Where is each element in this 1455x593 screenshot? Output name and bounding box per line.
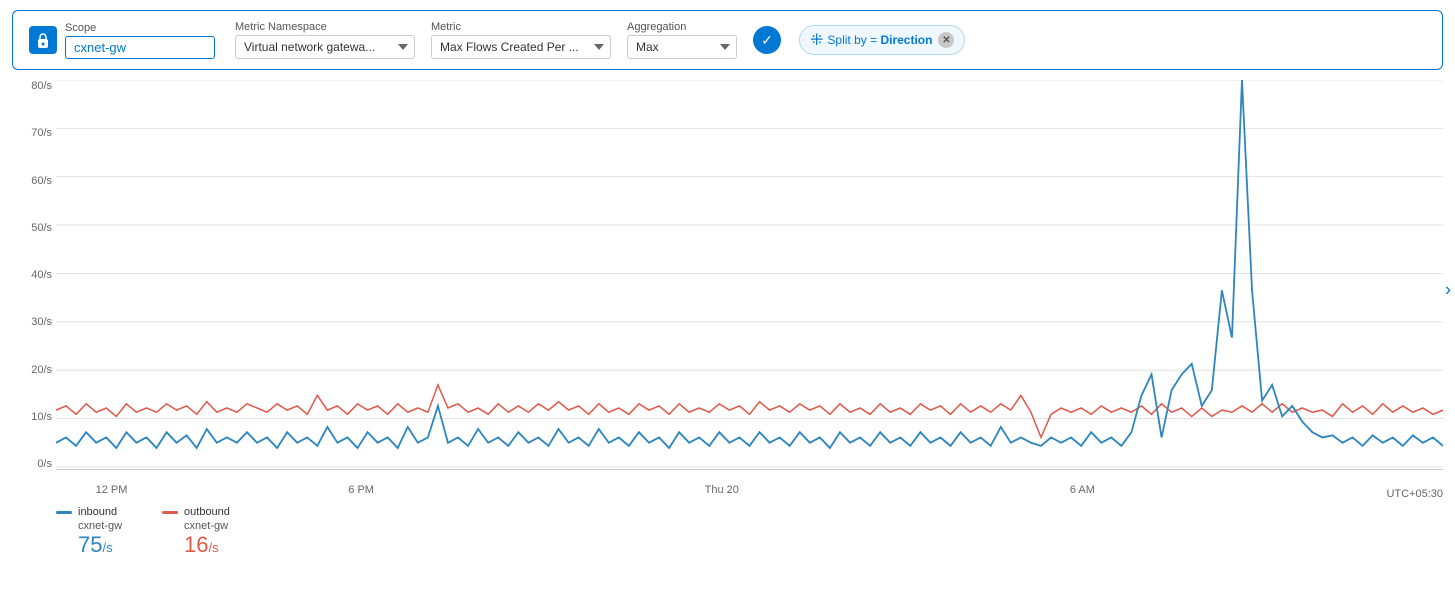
chart-next-arrow[interactable]: ›	[1445, 280, 1451, 301]
legend-item-inbound: inbound cxnet-gw 75/s	[56, 506, 122, 556]
y-label-80: 80/s	[31, 80, 52, 92]
legend-title-inbound: inbound	[78, 506, 117, 518]
lock-icon	[29, 26, 57, 54]
legend-line-inbound	[56, 511, 72, 514]
y-label-20: 20/s	[31, 364, 52, 376]
y-label-60: 60/s	[31, 175, 52, 187]
main-container: Scope Metric Namespace Virtual network g…	[0, 0, 1455, 593]
x-label-6am: 6 AM	[1070, 484, 1095, 496]
chart-area: 80/s 70/s 60/s 50/s 40/s 30/s 20/s 10/s …	[12, 80, 1443, 500]
scope-group: Scope	[65, 22, 215, 59]
legend-value-inbound: 75/s	[78, 534, 122, 556]
legend-title-outbound: outbound	[184, 506, 230, 518]
scope-label: Scope	[65, 22, 215, 34]
x-label-thu20: Thu 20	[705, 484, 739, 496]
y-axis: 80/s 70/s 60/s 50/s 40/s 30/s 20/s 10/s …	[12, 80, 56, 470]
chart-plot	[56, 80, 1443, 470]
y-label-70: 70/s	[31, 127, 52, 139]
query-bar: Scope Metric Namespace Virtual network g…	[12, 10, 1443, 70]
legend-sub-outbound: cxnet-gw	[184, 520, 230, 532]
legend: inbound cxnet-gw 75/s outbound cxnet-gw …	[0, 500, 1455, 556]
y-label-30: 30/s	[31, 316, 52, 328]
y-label-50: 50/s	[31, 222, 52, 234]
aggregation-label: Aggregation	[627, 21, 737, 33]
split-dots-icon: ⁜	[810, 30, 821, 50]
legend-value-outbound: 16/s	[184, 534, 230, 556]
aggregation-select[interactable]: Max Min Avg Sum Count	[627, 35, 737, 59]
x-label-12pm: 12 PM	[96, 484, 128, 496]
aggregation-group: Aggregation Max Min Avg Sum Count	[627, 21, 737, 59]
metric-select[interactable]: Max Flows Created Per ...	[431, 35, 611, 59]
metric-label: Metric	[431, 21, 611, 33]
split-by-label: Split by = Direction	[827, 33, 932, 47]
y-label-40: 40/s	[31, 269, 52, 281]
metric-group: Metric Max Flows Created Per ...	[431, 21, 611, 59]
utc-label: UTC+05:30	[1386, 488, 1443, 500]
metric-namespace-label: Metric Namespace	[235, 21, 415, 33]
confirm-button[interactable]: ✓	[753, 26, 781, 54]
y-label-10: 10/s	[31, 411, 52, 423]
legend-line-outbound	[162, 511, 178, 514]
chart-svg	[56, 80, 1443, 469]
x-axis: 12 PM 6 PM Thu 20 6 AM	[56, 480, 1443, 500]
split-by-close-button[interactable]: ✕	[938, 32, 954, 48]
metric-namespace-select[interactable]: Virtual network gatewa...	[235, 35, 415, 59]
legend-item-outbound: outbound cxnet-gw 16/s	[162, 506, 230, 556]
scope-input[interactable]	[65, 36, 215, 59]
metric-namespace-group: Metric Namespace Virtual network gatewa.…	[235, 21, 415, 59]
x-label-6pm: 6 PM	[348, 484, 374, 496]
y-label-0: 0/s	[37, 458, 52, 470]
legend-sub-inbound: cxnet-gw	[78, 520, 122, 532]
split-by-tag: ⁜ Split by = Direction ✕	[799, 25, 965, 55]
